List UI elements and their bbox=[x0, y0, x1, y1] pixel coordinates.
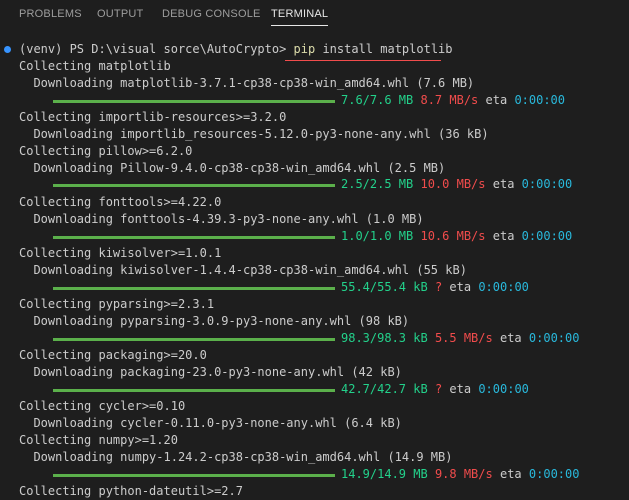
progress-speed: 10.6 MB/s bbox=[420, 229, 486, 243]
progress-speed: 9.8 MB/s bbox=[434, 467, 493, 481]
terminal-prompt-line: (venv) PS D:\visual sorce\AutoCrypto> pi… bbox=[19, 41, 453, 58]
tab-debug-console[interactable]: DEBUG CONSOLE bbox=[162, 6, 261, 22]
progress-size: 7.6/7.6 MB bbox=[341, 93, 414, 107]
output-line: Collecting pillow>=6.2.0 bbox=[19, 144, 193, 158]
download-progress-bar bbox=[53, 474, 335, 477]
progress-eta: 0:00:00 bbox=[528, 331, 580, 345]
panel-tab-bar: PROBLEMS OUTPUT DEBUG CONSOLE TERMINAL bbox=[0, 0, 629, 28]
progress-eta-label: eta bbox=[449, 280, 472, 294]
progress-size: 55.4/55.4 kB bbox=[341, 280, 428, 294]
progress-stats: 42.7/42.7 kB ? eta 0:00:00 bbox=[341, 381, 529, 398]
progress-eta: 0:00:00 bbox=[528, 467, 580, 481]
progress-stats: 1.0/1.0 MB 10.6 MB/s eta 0:00:00 bbox=[341, 228, 572, 245]
progress-speed: 5.5 MB/s bbox=[434, 331, 493, 345]
progress-eta: 0:00:00 bbox=[478, 382, 529, 396]
progress-eta-label: eta bbox=[499, 331, 522, 345]
progress-size: 2.5/2.5 MB bbox=[341, 177, 414, 191]
tab-problems[interactable]: PROBLEMS bbox=[19, 6, 82, 22]
progress-size: 98.3/98.3 kB bbox=[341, 331, 428, 345]
output-line: Downloading packaging-23.0-py3-none-any.… bbox=[19, 365, 402, 379]
output-line: Collecting fonttools>=4.22.0 bbox=[19, 195, 222, 209]
progress-eta-label: eta bbox=[485, 93, 508, 107]
progress-eta: 0:00:00 bbox=[521, 177, 573, 191]
download-progress-bar bbox=[53, 184, 335, 187]
output-line: Downloading numpy-1.24.2-cp38-cp38-win_a… bbox=[19, 450, 453, 464]
progress-size: 42.7/42.7 kB bbox=[341, 382, 428, 396]
progress-eta-label: eta bbox=[449, 382, 472, 396]
output-line: Collecting kiwisolver>=1.0.1 bbox=[19, 246, 222, 260]
download-progress-bar bbox=[53, 100, 335, 103]
tab-terminal[interactable]: TERMINAL bbox=[271, 6, 329, 26]
progress-speed: ? bbox=[434, 280, 443, 294]
output-line: Collecting importlib-resources>=3.2.0 bbox=[19, 110, 287, 124]
command-squiggle-underline bbox=[285, 60, 441, 61]
progress-stats: 7.6/7.6 MB 8.7 MB/s eta 0:00:00 bbox=[341, 92, 565, 109]
tab-terminal-label: TERMINAL bbox=[271, 8, 329, 20]
output-line: Downloading matplotlib-3.7.1-cp38-cp38-w… bbox=[19, 76, 475, 90]
tab-output[interactable]: OUTPUT bbox=[97, 6, 143, 22]
progress-eta: 0:00:00 bbox=[478, 280, 529, 294]
command-pip: pip bbox=[293, 42, 316, 56]
output-line: Collecting cycler>=0.10 bbox=[19, 399, 186, 413]
progress-eta-label: eta bbox=[492, 229, 515, 243]
output-line: Downloading fonttools-4.39.3-py3-none-an… bbox=[19, 212, 424, 226]
progress-stats: 55.4/55.4 kB ? eta 0:00:00 bbox=[341, 279, 529, 296]
output-line: Downloading Pillow-9.4.0-cp38-cp38-win_a… bbox=[19, 161, 446, 175]
download-progress-bar bbox=[53, 287, 335, 290]
progress-size: 1.0/1.0 MB bbox=[341, 229, 414, 243]
progress-eta: 0:00:00 bbox=[514, 93, 566, 107]
output-line: Collecting pyparsing>=2.3.1 bbox=[19, 297, 215, 311]
download-progress-bar bbox=[53, 389, 335, 392]
output-line: Collecting matplotlib bbox=[19, 59, 171, 73]
progress-eta-label: eta bbox=[499, 467, 522, 481]
circle-dot-icon bbox=[4, 46, 11, 53]
progress-stats: 2.5/2.5 MB 10.0 MB/s eta 0:00:00 bbox=[341, 176, 572, 193]
progress-size: 14.9/14.9 MB bbox=[341, 467, 428, 481]
download-progress-bar bbox=[53, 236, 335, 239]
progress-stats: 14.9/14.9 MB 9.8 MB/s eta 0:00:00 bbox=[341, 466, 579, 483]
output-line: Downloading cycler-0.11.0-py3-none-any.w… bbox=[19, 416, 402, 430]
output-line: Downloading pyparsing-3.0.9-py3-none-any… bbox=[19, 314, 410, 328]
output-line: Collecting numpy>=1.20 bbox=[19, 433, 178, 447]
output-line: Downloading importlib_resources-5.12.0-p… bbox=[19, 127, 489, 141]
progress-eta: 0:00:00 bbox=[521, 229, 573, 243]
progress-speed: 8.7 MB/s bbox=[420, 93, 479, 107]
command-args: install matplotlib bbox=[315, 42, 453, 56]
progress-stats: 98.3/98.3 kB 5.5 MB/s eta 0:00:00 bbox=[341, 330, 579, 347]
download-progress-bar bbox=[53, 338, 335, 341]
prompt-path: (venv) PS D:\visual sorce\AutoCrypto> bbox=[19, 42, 294, 56]
progress-speed: ? bbox=[434, 382, 443, 396]
output-line: Collecting python-dateutil>=2.7 bbox=[19, 484, 243, 498]
output-line: Collecting packaging>=20.0 bbox=[19, 348, 207, 362]
progress-eta-label: eta bbox=[492, 177, 515, 191]
progress-speed: 10.0 MB/s bbox=[420, 177, 486, 191]
active-tab-indicator bbox=[271, 25, 329, 26]
output-line: Downloading kiwisolver-1.4.4-cp38-cp38-w… bbox=[19, 263, 467, 277]
